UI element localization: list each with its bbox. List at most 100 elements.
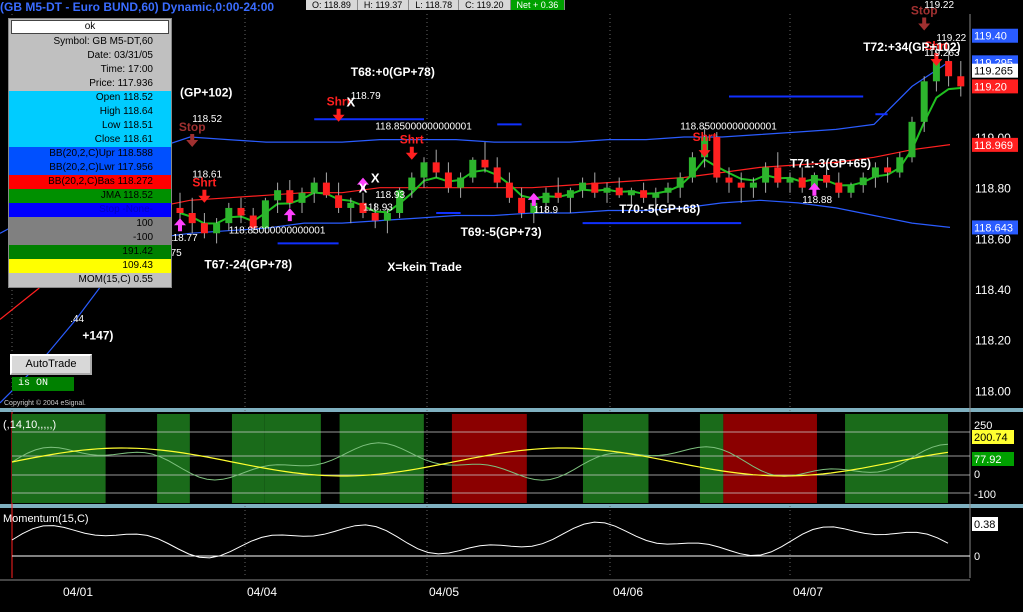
candle-body	[945, 61, 953, 77]
trade-label: T68:+0(GP+78)	[351, 65, 435, 79]
trade-label: T69:-5(GP+73)	[461, 225, 542, 239]
cci-panel-label: (,14,10,,,,,)	[3, 419, 56, 431]
price-mark-label: 119.22	[924, 0, 954, 11]
candle-body	[286, 190, 294, 203]
candle-body	[847, 185, 855, 193]
momentum-tick-label: 0	[974, 551, 980, 563]
trade-label: T70:-5(GP+68)	[619, 202, 700, 216]
price-mark-label: 118.61	[192, 170, 222, 181]
price-mark-label: 118.85000000000001	[375, 121, 472, 132]
stop-arrow-icon	[918, 17, 931, 31]
cursor-window-row: 100	[9, 217, 171, 231]
candle-body	[542, 192, 550, 203]
price-mark-label: 118.85000000000001	[680, 121, 777, 132]
date-axis-label: 04/05	[429, 585, 459, 599]
date-axis-label: 04/06	[613, 585, 643, 599]
cursor-window-row: BB(20,2,C)Lwr 117.956	[9, 161, 171, 175]
stop-arrow-icon	[186, 134, 199, 148]
cursor-window-row: -100	[9, 231, 171, 245]
candle-body	[518, 197, 526, 213]
cursor-window-row: JMA 118.52	[9, 189, 171, 203]
date-axis-label: 04/07	[793, 585, 823, 599]
cci-region	[845, 414, 948, 503]
buy-arrow-icon	[283, 208, 296, 222]
buy-arrow-icon	[527, 192, 540, 206]
price-mark-label: 118.52	[192, 114, 222, 125]
candle-body	[444, 172, 452, 188]
candle-body	[566, 190, 574, 198]
candle-body	[603, 187, 611, 193]
candle-body	[261, 200, 269, 229]
candle-body	[298, 192, 306, 203]
panel-divider	[0, 408, 1023, 412]
candle-body	[335, 195, 343, 208]
candle-body	[457, 177, 465, 188]
cci-tick-label: -100	[974, 489, 996, 501]
price-badge-label: 119.265	[974, 66, 1013, 78]
candle-body	[774, 167, 782, 183]
ohlc-field: Net + 0.36	[510, 0, 566, 10]
trade-label: T67:-24(GP+78)	[204, 258, 292, 272]
candle-body	[835, 182, 843, 193]
cci-region	[582, 414, 649, 503]
candle-body	[432, 162, 440, 173]
no-trade-mark: X	[371, 171, 380, 186]
cci-region	[264, 414, 321, 503]
cursor-window: ok Symbol: GB M5-DT,60 Date: 03/31/05 Time…	[8, 18, 172, 288]
price-mark-label: 118.93	[363, 202, 393, 213]
price-tick-label: 118.80	[975, 182, 1011, 196]
price-mark-label: 118.88	[802, 195, 832, 206]
candle-body	[688, 157, 696, 178]
candle-body	[749, 182, 757, 188]
autotrade-button[interactable]: AutoTrade	[10, 354, 92, 375]
candle-body	[896, 157, 904, 173]
candle-body	[627, 190, 635, 196]
momentum-line	[11, 521, 949, 559]
price-mark-label: 118.77	[168, 233, 198, 244]
cursor-window-row: Price: 117.936	[9, 77, 171, 91]
cursor-window-row: 191.42	[9, 245, 171, 259]
cci-tick-label: 200.74	[974, 432, 1008, 444]
ok-button[interactable]: ok	[11, 20, 169, 34]
candle-body	[213, 223, 221, 234]
candle-body	[322, 182, 330, 196]
candle-body	[591, 182, 599, 193]
momentum-panel-label: Momentum(15,C)	[3, 513, 89, 525]
price-mark-label: 118.85000000000001	[229, 225, 326, 236]
copyright-note: Copyright © 2004 eSignal.	[4, 400, 86, 407]
cci-region	[231, 414, 265, 503]
candle-body	[859, 177, 867, 186]
short-arrow-icon	[198, 189, 211, 203]
candle-body	[420, 162, 428, 178]
chart-title: (GB M5-DT - Euro BUND,60) Dynamic,0:00-2…	[0, 0, 275, 14]
ohlc-field: O: 118.89	[306, 0, 358, 10]
candle-body	[737, 182, 745, 188]
date-axis-label: 04/01	[63, 585, 93, 599]
cursor-window-row: Low 118.51	[9, 119, 171, 133]
candle-body	[762, 167, 770, 183]
candle-body	[884, 167, 892, 173]
cursor-window-row: Symbol: GB M5-DT,60	[9, 35, 171, 49]
short-arrow-icon	[405, 146, 418, 160]
candle-body	[188, 213, 196, 224]
candle-body	[786, 177, 794, 183]
panel-divider	[0, 504, 1023, 508]
buy-arrow-icon	[808, 182, 821, 196]
candle-body	[652, 192, 660, 198]
candle-body	[274, 190, 282, 201]
candle-body	[200, 223, 208, 234]
candle-body	[664, 187, 672, 193]
ohlc-field: C: 119.20	[459, 0, 511, 10]
candle-body	[505, 182, 513, 198]
cursor-window-row: Date: 03/31/05	[9, 49, 171, 63]
price-mark-label: .44	[70, 314, 84, 325]
candle-body	[469, 159, 477, 178]
short-arrow-icon	[698, 144, 711, 158]
cci-tick-label: 77.92	[974, 454, 1002, 466]
cursor-window-row: BB(20,2,C)Bas 118.272	[9, 175, 171, 189]
candle-body	[237, 207, 245, 216]
cursor-window-row: High 118.64	[9, 105, 171, 119]
candle-body	[920, 81, 928, 122]
price-badge-label: 119.20	[974, 81, 1007, 93]
price-tick-label: 118.00	[975, 384, 1011, 398]
